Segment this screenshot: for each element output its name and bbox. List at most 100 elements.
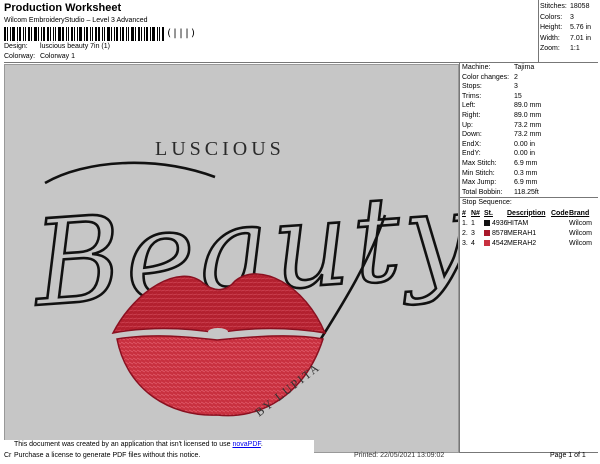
stop-header: N# xyxy=(471,209,480,217)
beauty-swash xyxy=(44,161,216,185)
machine-param-value: 2 xyxy=(514,73,518,81)
barcode-bar xyxy=(38,27,39,41)
stop-index: 3. xyxy=(462,239,468,247)
barcode-bar xyxy=(68,27,69,41)
barcode-bar xyxy=(28,27,30,41)
stop-row: 3. 4 4542 MERAH2 Wilcom xyxy=(462,238,598,248)
machine-param-row: Max Stitch: 6.9 mm xyxy=(462,159,598,169)
machine-param-label: Trims: xyxy=(462,92,482,100)
stop-stitches: 4542 xyxy=(484,238,507,248)
machine-param-label: Min Stitch: xyxy=(462,169,495,177)
machine-param-value: 73.2 mm xyxy=(514,131,542,139)
barcode-bar xyxy=(150,27,151,41)
machine-param-row: Right: 89.0 mm xyxy=(462,111,598,121)
machine-param-label: Left: xyxy=(462,102,476,110)
stop-needle: 1 xyxy=(471,219,475,227)
barcode-bar xyxy=(104,27,105,41)
notice-text: This document was created by an applicat… xyxy=(14,441,233,448)
stat-label: Height: xyxy=(540,24,563,31)
stat-label: Stitches: xyxy=(540,3,567,10)
stop-code xyxy=(551,218,569,228)
barcode-bar xyxy=(120,27,121,41)
barcode-bar xyxy=(77,27,78,41)
barcode-bar xyxy=(10,27,11,41)
barcode-bar xyxy=(55,27,56,41)
stop-header: # xyxy=(462,209,466,217)
machine-param-value: 15 xyxy=(514,92,522,100)
stop-index: 2. xyxy=(462,229,468,237)
machine-param-row: Total Bobbin: 118.25ft xyxy=(462,188,598,198)
machine-param-row: Trims: 15 xyxy=(462,92,598,102)
machine-param-label: Right: xyxy=(462,111,481,119)
stop-header: Code xyxy=(551,209,569,217)
stop-sequence-table: # N# St. Description Code Brand 1. 1 4936 HITAM W… xyxy=(462,208,598,248)
barcode-bar xyxy=(86,27,88,41)
stop-brand: Wilcom xyxy=(569,239,592,247)
barcode-bar xyxy=(90,27,91,41)
machine-panel: Machine: Tajima Color changes: 2 Stops: 3 Trim… xyxy=(462,63,598,197)
machine-param-value: Tajima xyxy=(514,64,535,71)
stat-value: 7.01 in xyxy=(570,34,592,42)
stat-row: Zoom: 1:1 xyxy=(540,44,598,55)
barcode-bar xyxy=(111,27,112,41)
design-value: luscious beauty 7in (1) xyxy=(39,43,110,50)
stat-value: 1:1 xyxy=(570,45,580,52)
stop-stitch-count: 4936 xyxy=(492,219,507,227)
stat-value: 18058 xyxy=(570,3,590,10)
barcode-bar xyxy=(34,27,37,41)
stop-description: MERAH2 xyxy=(507,239,537,247)
machine-param-row: Max Jump: 6.9 mm xyxy=(462,178,598,188)
barcode-bar xyxy=(141,27,142,41)
machine-param-label: Max Stitch: xyxy=(462,159,497,167)
barcode-bar xyxy=(12,27,15,41)
stop-row: 2. 3 8578 MERAH1 Wilcom xyxy=(462,228,598,238)
footer-cr: Cr xyxy=(4,452,12,459)
machine-param-label: Total Bobbin: xyxy=(462,188,503,196)
machine-param-label: Up: xyxy=(462,121,473,129)
machine-param-value: 0.00 in xyxy=(514,150,536,158)
machine-param-label: Color changes: xyxy=(462,73,510,81)
barcode-bar xyxy=(84,27,85,41)
barcode-bar xyxy=(159,27,160,41)
barcode-bar xyxy=(19,27,21,41)
barcode-bar xyxy=(58,27,61,41)
stop-needle: 4 xyxy=(471,239,475,247)
barcode-bar xyxy=(41,27,42,41)
lower-lip xyxy=(116,335,324,417)
stat-label: Colors: xyxy=(540,13,563,21)
machine-param-label: EndX: xyxy=(462,140,482,148)
lip-gap xyxy=(208,328,228,336)
notice-period: . xyxy=(260,441,263,448)
barcode-bar xyxy=(107,27,110,41)
barcode-bar xyxy=(4,27,6,41)
worksheet-title: Production Worksheet xyxy=(4,2,122,14)
barcode-bar xyxy=(23,27,24,41)
stop-header: St. xyxy=(484,209,493,217)
barcode-bar xyxy=(116,27,118,41)
machine-param-value: 0.00 in xyxy=(514,140,536,148)
barcode-bar xyxy=(98,27,100,41)
barcode-bar xyxy=(138,27,140,41)
machine-param-label: EndY: xyxy=(462,150,481,158)
barcode-bar xyxy=(146,27,148,41)
machine-param-row: Machine: Tajima xyxy=(462,63,598,73)
barcode-bar xyxy=(71,27,73,41)
stop-code xyxy=(551,238,569,248)
barcode-glyph: (|||) xyxy=(166,28,197,39)
design-row: Design: luscious beauty 7in (1) xyxy=(4,43,110,50)
barcode-bar xyxy=(53,27,54,41)
machine-param-label: Stops: xyxy=(462,83,482,91)
design-artwork: LUSCIOUS Beauty BY LUPITA xyxy=(26,138,458,419)
luscious-text: LUSCIOUS xyxy=(155,138,285,160)
barcode-bar xyxy=(152,27,155,41)
novapdf-link[interactable]: novaPDF xyxy=(232,441,260,448)
barcode-bar xyxy=(114,27,115,41)
stat-label: Width: xyxy=(540,34,560,42)
sidebar-divider xyxy=(459,62,460,452)
machine-param-row: Color changes: 2 xyxy=(462,73,598,83)
barcode-bar xyxy=(43,27,45,41)
software-name: Wilcom EmbroideryStudio – Level 3 Advanc… xyxy=(4,17,148,24)
machine-param-row: Left: 89.0 mm xyxy=(462,101,598,111)
stat-row: Height: 5.76 in xyxy=(540,23,598,34)
machine-param-value: 6.9 mm xyxy=(514,179,538,187)
